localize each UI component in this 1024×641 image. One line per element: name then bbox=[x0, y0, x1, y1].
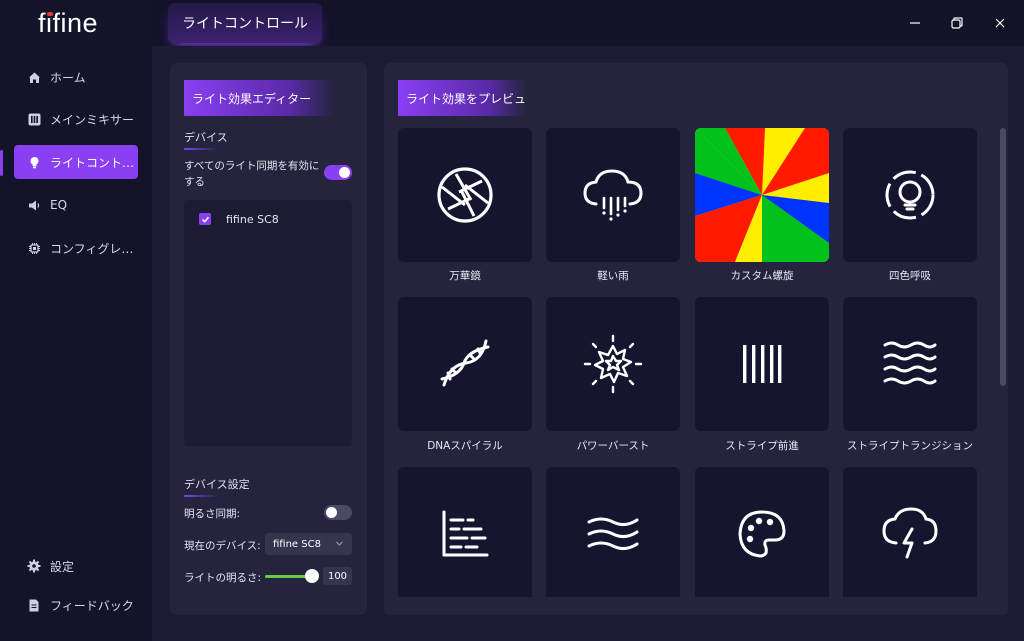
sidebar-item-eq[interactable]: EQ bbox=[14, 188, 138, 222]
current-device-value: fifine SC8 bbox=[273, 538, 321, 550]
sidebar-item-label: コンフィグレ… bbox=[50, 241, 134, 256]
preview-title: ライト効果をプレビュ bbox=[398, 80, 526, 116]
effect-four-color-breathing[interactable] bbox=[843, 128, 977, 262]
brightness-value-input[interactable]: 100 bbox=[323, 567, 352, 585]
page-title: ライトコントロール bbox=[168, 3, 322, 43]
sidebar-item-light-control[interactable]: ライトコント… bbox=[14, 145, 138, 179]
palette-icon bbox=[738, 510, 786, 558]
sidebar-item-config[interactable]: コンフィグレ… bbox=[14, 231, 138, 265]
storm-cloud-icon bbox=[882, 507, 938, 559]
restore-icon[interactable] bbox=[946, 12, 968, 34]
editor-title: ライト効果エディター bbox=[184, 80, 334, 116]
device-settings-heading: デバイス設定 bbox=[184, 478, 250, 497]
rain-cloud-icon bbox=[583, 169, 643, 221]
sidebar-item-label: フィードバック bbox=[50, 598, 134, 613]
gear-icon bbox=[27, 559, 41, 573]
effect-dna-spiral[interactable] bbox=[398, 297, 532, 431]
effect-palette[interactable] bbox=[695, 467, 829, 597]
effect-kaleidoscope[interactable] bbox=[398, 128, 532, 262]
document-icon bbox=[27, 598, 41, 612]
sidebar-item-main-mixer[interactable]: メインミキサー bbox=[14, 102, 138, 136]
burst-icon bbox=[583, 334, 643, 394]
effect-power-burst[interactable] bbox=[546, 297, 680, 431]
title-bar: ライトコントロール bbox=[152, 0, 1024, 46]
sidebar-item-feedback[interactable]: フィードバック bbox=[14, 588, 138, 622]
check-icon bbox=[201, 216, 209, 223]
effect-label: ストライプトランジション bbox=[847, 440, 973, 452]
breathing-bulb-icon bbox=[885, 170, 935, 220]
effect-bars[interactable] bbox=[398, 467, 532, 597]
chip-icon bbox=[27, 241, 41, 255]
effect-three-waves[interactable] bbox=[546, 467, 680, 597]
minimize-icon[interactable] bbox=[904, 12, 926, 34]
device-checkbox[interactable] bbox=[199, 213, 211, 225]
preview-scrollbar[interactable] bbox=[1000, 128, 1006, 386]
effect-label: カスタム螺旋 bbox=[730, 270, 794, 282]
color-pinwheel-icon bbox=[695, 128, 829, 262]
effect-label: ストライプ前進 bbox=[725, 440, 799, 452]
effect-label: 万華鏡 bbox=[449, 270, 481, 282]
active-indicator bbox=[0, 150, 3, 176]
lightbulb-icon bbox=[27, 155, 41, 169]
bar-chart-icon bbox=[442, 510, 489, 557]
sync-all-label: すべてのライト同期を有効にする bbox=[184, 160, 320, 188]
aperture-icon bbox=[437, 167, 493, 223]
home-icon bbox=[27, 70, 41, 84]
waves-icon bbox=[883, 341, 937, 385]
effects-row-clip bbox=[384, 466, 1008, 597]
sidebar-item-label: ライトコント… bbox=[50, 155, 135, 170]
fifine-logo: fifine bbox=[38, 8, 99, 38]
effect-stripe-transition[interactable] bbox=[843, 297, 977, 431]
mixer-icon bbox=[27, 112, 41, 126]
chevron-down-icon bbox=[336, 541, 343, 546]
sidebar-item-label: EQ bbox=[50, 198, 68, 212]
effect-light-rain[interactable] bbox=[546, 128, 680, 262]
sidebar-item-label: ホーム bbox=[50, 70, 86, 85]
sidebar: fifine ホーム メインミキサー ライトコント… EQ コンフィグレ… 設定… bbox=[0, 0, 152, 641]
dna-icon bbox=[440, 339, 490, 387]
sync-all-toggle[interactable] bbox=[324, 165, 352, 180]
device-name: fifine SC8 bbox=[226, 213, 279, 226]
brightness-sync-toggle[interactable] bbox=[324, 505, 352, 520]
brightness-sync-label: 明るさ同期: bbox=[184, 508, 241, 520]
device-heading: デバイス bbox=[184, 131, 228, 150]
brightness-slider-thumb[interactable] bbox=[305, 569, 319, 583]
three-waves-icon bbox=[587, 517, 639, 551]
speaker-icon bbox=[27, 198, 41, 212]
close-icon[interactable] bbox=[989, 12, 1011, 34]
effect-storm[interactable] bbox=[843, 467, 977, 597]
effect-label: DNAスパイラル bbox=[427, 440, 503, 452]
effect-custom-spiral[interactable] bbox=[695, 128, 829, 262]
effect-label: パワーバースト bbox=[576, 440, 650, 452]
current-device-label: 現在のデバイス: bbox=[184, 540, 261, 552]
brightness-label: ライトの明るさ: bbox=[184, 572, 262, 584]
sidebar-item-label: 設定 bbox=[50, 559, 75, 574]
sidebar-item-home[interactable]: ホーム bbox=[14, 60, 138, 94]
effect-stripe-forward[interactable] bbox=[695, 297, 829, 431]
effect-label: 四色呼吸 bbox=[889, 270, 931, 282]
vertical-stripes-icon bbox=[743, 345, 782, 383]
effect-label: 軽い雨 bbox=[597, 270, 629, 282]
device-list bbox=[184, 200, 352, 446]
current-device-select[interactable]: fifine SC8 bbox=[265, 533, 352, 555]
sidebar-item-settings[interactable]: 設定 bbox=[14, 549, 138, 583]
sidebar-item-label: メインミキサー bbox=[50, 112, 135, 127]
